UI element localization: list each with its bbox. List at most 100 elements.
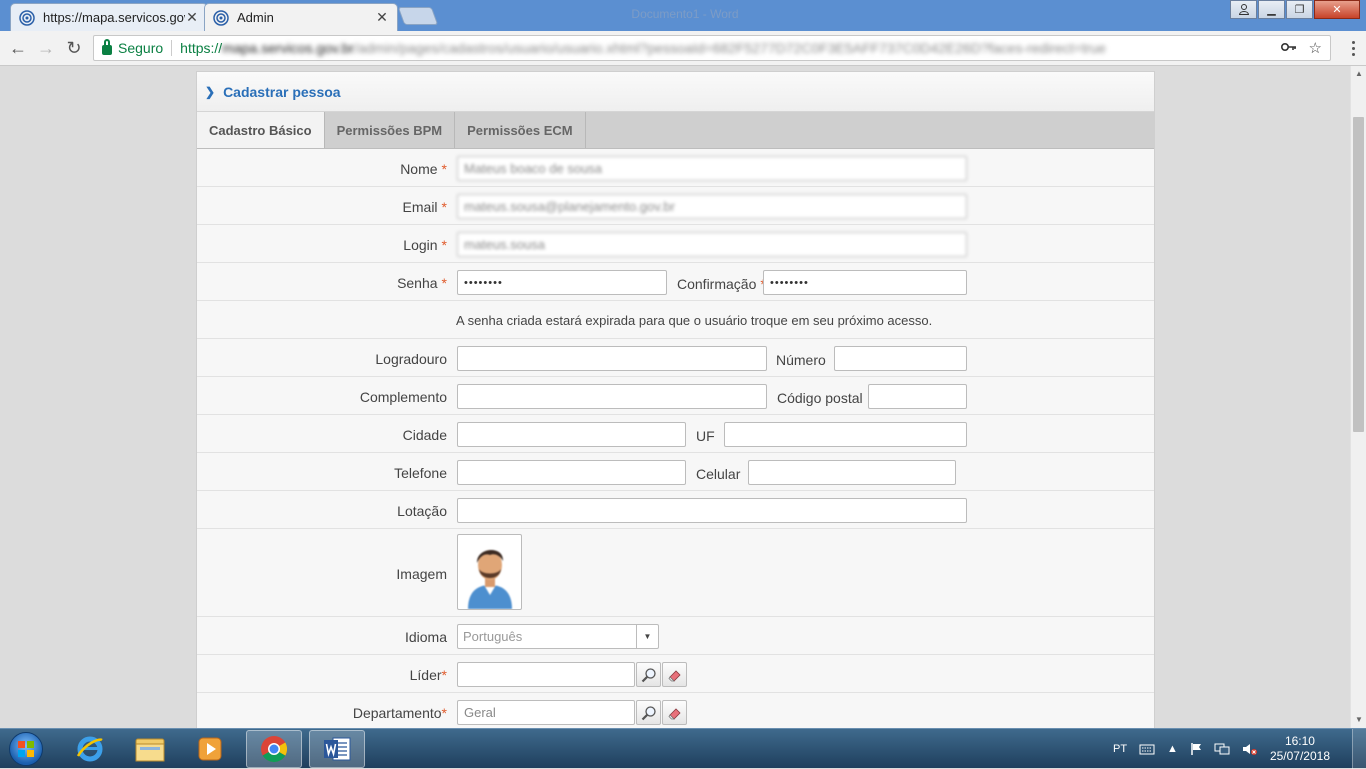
browser-menu-icon[interactable] bbox=[1348, 37, 1358, 59]
file-explorer-taskbar-icon[interactable] bbox=[122, 730, 178, 768]
network-icon[interactable] bbox=[1214, 742, 1230, 756]
forward-arrow-icon[interactable]: → bbox=[34, 36, 58, 60]
key-icon[interactable] bbox=[1280, 39, 1297, 57]
volume-muted-icon[interactable] bbox=[1242, 742, 1258, 756]
close-window-button[interactable]: ✕ bbox=[1314, 0, 1360, 19]
page-viewport: ❯ Cadastrar pessoa Cadastro Básico Permi… bbox=[0, 66, 1350, 728]
cidade-input[interactable] bbox=[457, 422, 686, 447]
numero-input[interactable] bbox=[834, 346, 967, 371]
idioma-label: Idioma bbox=[404, 629, 447, 645]
new-tab-button[interactable] bbox=[397, 7, 439, 25]
reload-icon[interactable]: ↻ bbox=[62, 36, 86, 60]
senha-label: Senha * bbox=[397, 275, 447, 291]
user-avatar[interactable] bbox=[457, 534, 522, 610]
lider-input[interactable] bbox=[457, 662, 635, 687]
required-marker: * bbox=[441, 161, 447, 177]
magnifier-icon bbox=[641, 667, 656, 682]
departamento-clear-button[interactable] bbox=[662, 700, 687, 725]
start-button[interactable] bbox=[4, 729, 48, 769]
close-tab-icon[interactable]: ✕ bbox=[185, 9, 199, 26]
email-input[interactable]: mateus.sousa@planejamento.gov.br bbox=[457, 194, 967, 219]
departamento-input[interactable]: Geral bbox=[457, 700, 635, 725]
codigo-postal-input[interactable] bbox=[868, 384, 967, 409]
chevron-down-icon[interactable]: ❯ bbox=[205, 85, 215, 99]
logradouro-label: Logradouro bbox=[375, 351, 447, 367]
confirmacao-label: Confirmação* bbox=[677, 276, 766, 292]
celular-label: Celular bbox=[696, 466, 741, 482]
page-scrollbar[interactable]: ▲ ▼ bbox=[1350, 66, 1366, 728]
dropdown-arrow-icon[interactable]: ▼ bbox=[636, 625, 658, 648]
required-marker: * bbox=[441, 705, 447, 721]
complemento-input[interactable] bbox=[457, 384, 767, 409]
uf-input[interactable] bbox=[724, 422, 967, 447]
lider-clear-button[interactable] bbox=[662, 662, 687, 687]
panel-title: Cadastrar pessoa bbox=[223, 83, 341, 100]
eraser-icon bbox=[667, 707, 681, 720]
required-marker: * bbox=[441, 667, 447, 683]
form-row-cidade: Cidade UF bbox=[197, 415, 1154, 453]
show-desktop-button[interactable] bbox=[1352, 729, 1366, 769]
restore-window-button[interactable]: ❐ bbox=[1286, 0, 1313, 19]
nome-label: Nome * bbox=[400, 161, 447, 177]
departamento-label: Departamento* bbox=[352, 705, 447, 721]
form-row-lider: Líder* bbox=[197, 655, 1154, 693]
system-clock[interactable]: 16:10 25/07/2018 bbox=[1270, 734, 1330, 764]
nome-input[interactable]: Mateus boaco de sousa bbox=[457, 156, 967, 181]
address-bar[interactable]: Seguro https:// mapa.servicos.gov.br /ad… bbox=[93, 35, 1331, 61]
form-row-login: Login * mateus.sousa bbox=[197, 225, 1154, 263]
scrollbar-thumb[interactable] bbox=[1353, 117, 1364, 432]
scroll-up-arrow-icon[interactable]: ▲ bbox=[1351, 66, 1366, 82]
scroll-down-arrow-icon[interactable]: ▼ bbox=[1351, 712, 1366, 728]
user-profile-icon[interactable] bbox=[1230, 0, 1257, 19]
imagem-label: Imagem bbox=[396, 566, 447, 582]
clock-time: 16:10 bbox=[1284, 734, 1315, 748]
browser-tab-strip: https://mapa.servicos.gov ✕ Admin ✕ Docu… bbox=[0, 0, 1366, 31]
idioma-select[interactable]: Português ▼ bbox=[457, 624, 659, 649]
telefone-input[interactable] bbox=[457, 460, 686, 485]
required-marker: * bbox=[441, 199, 447, 215]
login-input[interactable]: mateus.sousa bbox=[457, 232, 967, 257]
keyboard-icon[interactable] bbox=[1139, 743, 1155, 755]
celular-input[interactable] bbox=[748, 460, 956, 485]
system-tray: PT ▲ 16:10 25/07/2018 bbox=[1113, 729, 1366, 769]
browser-tab-title: https://mapa.servicos.gov bbox=[43, 10, 185, 25]
chrome-taskbar-icon[interactable] bbox=[246, 730, 302, 768]
show-hidden-icons-icon[interactable]: ▲ bbox=[1167, 743, 1178, 755]
form-row-imagem: Imagem bbox=[197, 529, 1154, 617]
action-center-flag-icon[interactable] bbox=[1190, 742, 1202, 756]
bookmark-star-icon[interactable]: ☆ bbox=[1309, 39, 1322, 57]
url-scheme: https:// bbox=[180, 40, 223, 56]
confirmacao-input[interactable]: •••••••• bbox=[763, 270, 967, 295]
required-marker: * bbox=[441, 275, 447, 291]
clock-date: 25/07/2018 bbox=[1269, 749, 1330, 763]
form-row-nome: Nome * Mateus boaco de sousa bbox=[197, 149, 1154, 187]
form-row-departamento: Departamento* Geral bbox=[197, 693, 1154, 728]
panel-header[interactable]: ❯ Cadastrar pessoa bbox=[197, 72, 1154, 112]
logradouro-input[interactable] bbox=[457, 346, 767, 371]
lider-search-button[interactable] bbox=[636, 662, 661, 687]
departamento-search-button[interactable] bbox=[636, 700, 661, 725]
telefone-label: Telefone bbox=[394, 465, 447, 481]
internet-explorer-taskbar-icon[interactable] bbox=[62, 730, 118, 768]
back-arrow-icon[interactable]: ← bbox=[6, 36, 30, 60]
senha-input[interactable]: •••••••• bbox=[457, 270, 667, 295]
form-row-logradouro: Logradouro Número bbox=[197, 339, 1154, 377]
complemento-label: Complemento bbox=[359, 389, 447, 405]
required-marker: * bbox=[441, 237, 447, 253]
site-favicon-icon bbox=[213, 9, 229, 26]
close-tab-icon[interactable]: ✕ bbox=[375, 9, 389, 26]
minimize-window-button[interactable]: ▁ bbox=[1258, 0, 1285, 19]
lotacao-input[interactable] bbox=[457, 498, 967, 523]
form-row-telefone: Telefone Celular bbox=[197, 453, 1154, 491]
browser-tab-admin[interactable]: Admin ✕ bbox=[204, 3, 398, 31]
windows-taskbar: PT ▲ 16:10 25/07/2018 bbox=[0, 728, 1366, 769]
word-taskbar-icon[interactable] bbox=[309, 730, 365, 768]
tab-permissoes-ecm[interactable]: Permissões ECM bbox=[455, 112, 586, 148]
browser-tab-mapa[interactable]: https://mapa.servicos.gov ✕ bbox=[10, 3, 208, 31]
tab-cadastro-basico[interactable]: Cadastro Básico bbox=[197, 112, 325, 148]
media-player-taskbar-icon[interactable] bbox=[182, 730, 238, 768]
browser-tab-title: Admin bbox=[237, 10, 274, 25]
language-indicator[interactable]: PT bbox=[1113, 743, 1127, 755]
lider-label: Líder* bbox=[409, 667, 447, 683]
tab-permissoes-bpm[interactable]: Permissões BPM bbox=[325, 112, 456, 148]
